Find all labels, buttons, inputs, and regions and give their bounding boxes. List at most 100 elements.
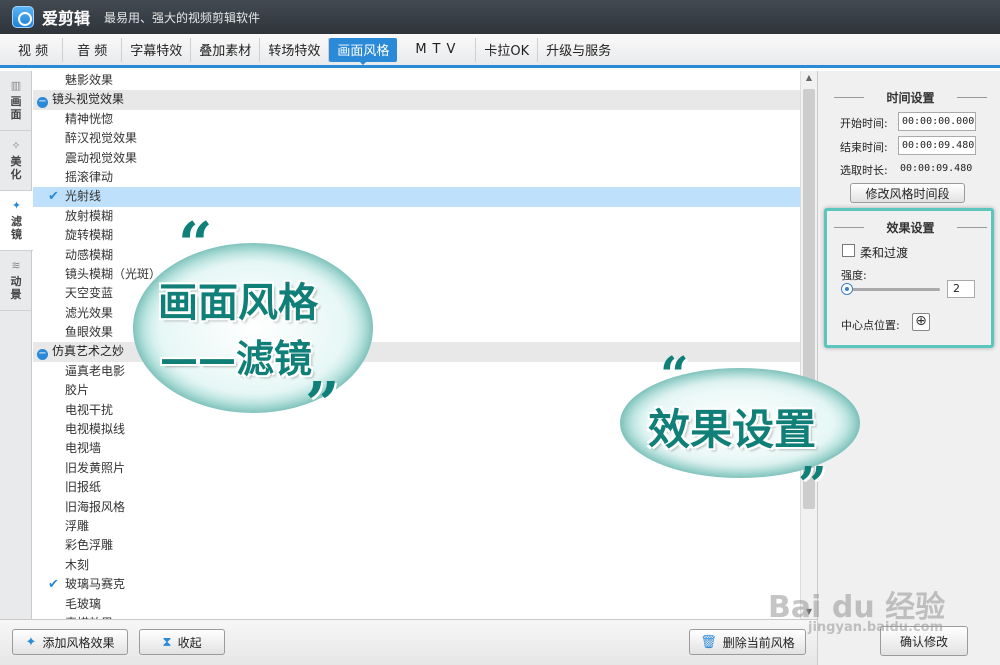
effect-label: 镜头模糊（光斑） xyxy=(65,266,162,281)
effect-list-item[interactable]: 木刻 xyxy=(33,556,800,575)
menu-picture-style[interactable]: 画面风格 xyxy=(329,37,398,65)
end-time-input[interactable]: 00:00:09.480 xyxy=(898,136,976,155)
settings-panel: 时间设置 开始时间: 00:00:00.000 结束时间: 00:00:09.4… xyxy=(817,71,1000,665)
effect-list-item[interactable]: 镜头模糊（光斑） xyxy=(33,265,800,284)
bottom-toolbar: ✦ 添加风格效果 ⧗ 收起 🗑 删除当前风格 xyxy=(0,619,817,665)
annotation-effect-settings: 效果设置 xyxy=(648,405,817,454)
effect-list-item[interactable]: 彩色浮雕 xyxy=(33,536,800,555)
effect-list-item[interactable]: 放射模糊 xyxy=(33,207,800,226)
collapse-button[interactable]: ⧗ 收起 xyxy=(139,629,225,655)
end-time-label: 结束时间: xyxy=(840,141,888,154)
effect-list-item[interactable]: ✔ 玻璃马赛克 xyxy=(33,575,800,594)
checkmark-icon: ✔ xyxy=(48,189,59,205)
menu-karaoke[interactable]: 卡拉OK xyxy=(476,37,539,62)
effect-settings-title: 效果设置 xyxy=(828,219,993,236)
effect-label: 动感模糊 xyxy=(65,247,114,262)
side-tab-beautify[interactable]: ✧ 美化 xyxy=(0,131,32,191)
effect-list-item[interactable]: 旧海报风格 xyxy=(33,498,800,517)
menu-upgrade-service[interactable]: 升级与服务 xyxy=(538,38,619,62)
effect-list-item[interactable]: 精神恍惚 xyxy=(33,110,800,129)
start-time-input[interactable]: 00:00:00.000 xyxy=(898,112,976,131)
duration-label: 选取时长: xyxy=(840,164,888,177)
effect-label: 电视模拟线 xyxy=(65,422,126,437)
wave-icon: ≋ xyxy=(11,259,21,272)
center-point-label: 中心点位置: xyxy=(841,319,900,332)
effect-label: 魅影效果 xyxy=(65,73,114,87)
effect-list-item[interactable]: 震动视觉效果 xyxy=(33,149,800,168)
side-tab-filter[interactable]: ✦ 滤镜 xyxy=(0,191,33,251)
menu-overlay-material[interactable]: 叠加素材 xyxy=(191,37,261,62)
effect-label: 玻璃马赛克 xyxy=(65,577,126,592)
crosshair-icon[interactable]: ⊕ xyxy=(912,313,930,331)
scroll-up-icon[interactable]: ▲ xyxy=(801,71,817,85)
effect-list-item[interactable]: 醉汉视觉效果 xyxy=(33,129,800,148)
effect-label: 旧发黄照片 xyxy=(65,460,126,475)
app-title: 爱剪辑 xyxy=(42,9,91,28)
menu-transition-effects[interactable]: 转场特效 xyxy=(260,37,330,62)
effect-label: 旧报纸 xyxy=(65,480,102,495)
effect-group-header[interactable]: − 镜头视觉效果 xyxy=(33,90,800,110)
time-settings-title: 时间设置 xyxy=(828,89,993,106)
effect-label: 鱼眼效果 xyxy=(65,325,114,340)
effect-label: 旧海报风格 xyxy=(65,499,126,514)
collapse-minus-icon[interactable]: − xyxy=(37,97,48,109)
main-menu: 视 频 音 频 字幕特效 叠加素材 转场特效 画面风格 MTV 卡拉OK 升级与… xyxy=(0,34,1000,68)
delete-current-style-button[interactable]: 🗑 删除当前风格 xyxy=(689,629,806,655)
effect-label: 醉汉视觉效果 xyxy=(65,131,138,146)
effect-list-item[interactable]: 魅影效果 xyxy=(33,71,800,90)
quote-close-icon: ” xyxy=(305,370,340,440)
side-tab-dynamic-scene[interactable]: ≋ 动景 xyxy=(0,251,32,311)
effect-label: 木刻 xyxy=(65,557,90,572)
menu-mtv[interactable]: MTV xyxy=(401,37,477,62)
effect-label: 放射模糊 xyxy=(65,208,114,223)
effect-label: 滤光效果 xyxy=(65,305,114,320)
checkmark-icon: ✔ xyxy=(48,577,59,593)
effect-list-item[interactable]: 旋转模糊 xyxy=(33,226,800,245)
annotation-title-picture-style: 画面风格 xyxy=(158,280,318,326)
effect-list-item[interactable]: 毛玻璃 xyxy=(33,595,800,614)
effect-label: 彩色浮雕 xyxy=(65,538,114,553)
effect-label: 镜头视觉效果 xyxy=(52,92,125,107)
add-style-effect-button[interactable]: ✦ 添加风格效果 xyxy=(12,629,128,655)
effect-list-item[interactable]: ✔ 光射线 xyxy=(33,187,800,207)
effect-label: 逼真老电影 xyxy=(65,363,126,378)
quote-open-icon: “ xyxy=(178,210,213,280)
strength-value-input[interactable]: 2 xyxy=(947,280,975,298)
effect-settings-box: 效果设置 柔和过渡 强度: 2 中心点位置: ⊕ xyxy=(824,208,994,348)
film-strip-icon: ▥ xyxy=(10,79,22,92)
smooth-transition-label: 柔和过渡 xyxy=(860,246,909,260)
side-tabs: ▥ 画面 ✧ 美化 ✦ 滤镜 ≋ 动景 xyxy=(0,71,33,619)
collapse-minus-icon[interactable]: − xyxy=(37,349,48,361)
quote-close-icon-2: ” xyxy=(798,455,827,514)
effect-list-item[interactable]: 摇滚律动 xyxy=(33,168,800,187)
sparkle-wand-icon: ✦ xyxy=(11,199,22,212)
effect-label: 电视墙 xyxy=(65,441,102,456)
annotation-subtitle-filter: ——滤镜 xyxy=(160,337,313,381)
effect-label: 天空变蓝 xyxy=(65,286,114,301)
menu-audio[interactable]: 音 频 xyxy=(63,37,123,62)
add-wand-icon: ✦ xyxy=(25,634,37,650)
effect-label: 旋转模糊 xyxy=(65,228,114,243)
effect-label: 毛玻璃 xyxy=(65,596,102,611)
duration-value: 00:00:09.480 xyxy=(900,163,973,174)
menu-subtitle-effects[interactable]: 字幕特效 xyxy=(122,37,192,62)
strength-slider-knob[interactable] xyxy=(841,283,853,295)
effect-list-item[interactable]: 动感模糊 xyxy=(33,246,800,265)
collapse-icon: ⧗ xyxy=(162,634,172,650)
app-logo-icon xyxy=(12,6,34,28)
effect-list-item[interactable]: 旧报纸 xyxy=(33,478,800,497)
list-scrollbar[interactable]: ▲ ▼ xyxy=(800,71,817,619)
baidu-jingyan-url: jingyan.baidu.com xyxy=(808,620,944,635)
start-time-label: 开始时间: xyxy=(840,117,888,130)
side-tab-picture[interactable]: ▥ 画面 xyxy=(0,71,32,131)
effect-label: 浮雕 xyxy=(65,518,90,533)
effect-label: 胶片 xyxy=(65,383,90,398)
modify-style-time-button[interactable]: 修改风格时间段 xyxy=(850,183,965,203)
smooth-transition-checkbox[interactable] xyxy=(842,244,855,257)
effect-list-item[interactable]: 浮雕 xyxy=(33,517,800,536)
magic-wand-icon: ✧ xyxy=(11,139,21,152)
menu-video[interactable]: 视 频 xyxy=(4,37,64,62)
strength-slider-track[interactable] xyxy=(845,288,940,291)
effect-label: 摇滚律动 xyxy=(65,169,114,184)
effect-label: 精神恍惚 xyxy=(65,111,114,126)
